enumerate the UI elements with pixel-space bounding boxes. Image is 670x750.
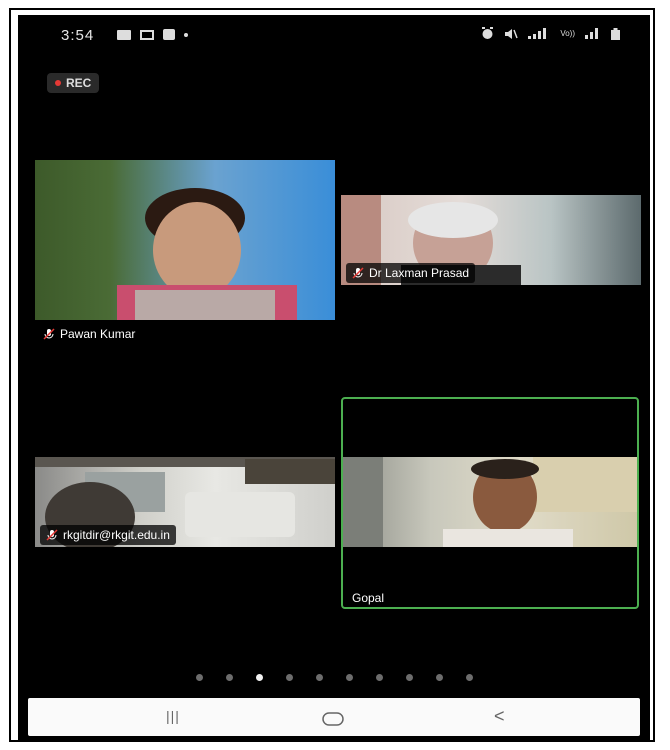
participant-label-laxman-prasad: Dr Laxman Prasad — [346, 263, 476, 283]
page-dot[interactable] — [465, 674, 473, 681]
participant-label-gopal: Gopal — [352, 591, 385, 605]
page-dot[interactable] — [195, 674, 203, 681]
participant-video — [343, 457, 637, 547]
page-dot[interactable] — [285, 674, 293, 681]
signal-2-icon — [585, 28, 598, 39]
system-icons: Vo)) — [481, 27, 620, 40]
message-icon — [140, 29, 154, 40]
participant-name: Pawan Kumar — [60, 327, 136, 341]
record-dot-icon — [55, 80, 61, 86]
home-icon — [322, 712, 344, 726]
dot-icon — [184, 32, 188, 37]
home-button[interactable] — [322, 710, 344, 731]
video-tile-rkgitdir[interactable]: rkgitdir@rkgit.edu.in — [35, 457, 335, 547]
status-bar: 3:54 Vo)) — [18, 15, 650, 55]
participant-label-pawan-kumar: Pawan Kumar — [43, 327, 135, 341]
battery-icon — [611, 27, 620, 40]
camera-icon — [163, 29, 175, 40]
page-dot-active[interactable] — [255, 674, 263, 681]
page-dot[interactable] — [405, 674, 413, 681]
system-nav-bar: ||| < — [28, 698, 640, 736]
page-dot[interactable] — [435, 674, 443, 681]
mic-muted-icon — [46, 529, 58, 541]
participant-video — [117, 188, 297, 320]
image-icon — [117, 29, 131, 40]
mute-icon — [505, 28, 519, 39]
page-dot[interactable] — [225, 674, 233, 681]
participant-name: Dr Laxman Prasad — [369, 266, 470, 280]
notification-icons — [117, 29, 188, 40]
participant-name: rkgitdir@rkgit.edu.in — [63, 528, 170, 542]
network-label: Vo)) — [560, 29, 575, 38]
video-tile-gopal[interactable]: Gopal — [341, 397, 639, 609]
recording-badge[interactable]: REC — [47, 73, 100, 93]
video-tile-laxman-prasad[interactable]: Dr Laxman Prasad — [341, 195, 641, 285]
page-dot[interactable] — [345, 674, 353, 681]
speaker-figure — [343, 457, 637, 547]
page-indicator[interactable] — [18, 674, 650, 681]
video-tile-pawan-kumar[interactable] — [35, 160, 335, 320]
mic-muted-icon — [352, 267, 364, 279]
phone-screen: 3:54 Vo)) REC Pawan Kumar Dr Laxman Pras… — [18, 15, 650, 740]
clock: 3:54 — [61, 27, 95, 44]
recents-button[interactable]: ||| — [166, 708, 180, 724]
signal-icon — [528, 28, 547, 39]
page-dot[interactable] — [315, 674, 323, 681]
participant-label-rkgitdir: rkgitdir@rkgit.edu.in — [40, 525, 176, 545]
alarm-icon — [482, 27, 494, 39]
back-button[interactable]: < — [494, 706, 505, 727]
page-dot[interactable] — [375, 674, 383, 681]
recording-label: REC — [66, 76, 92, 90]
mic-muted-icon — [43, 328, 55, 340]
